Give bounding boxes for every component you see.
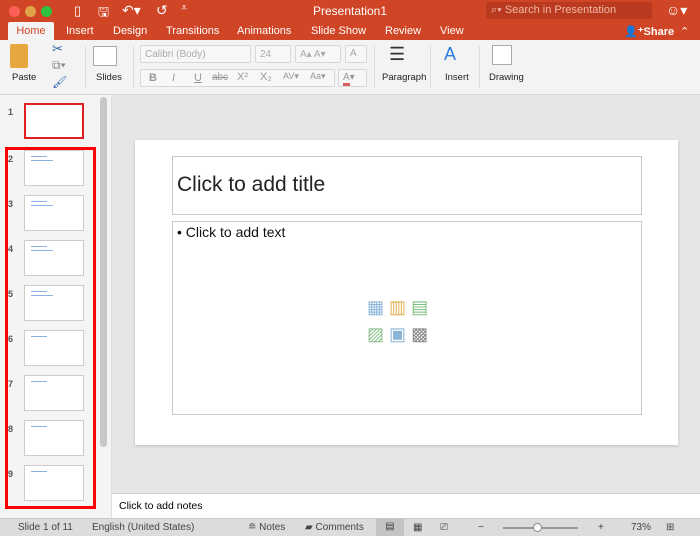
- collapse-ribbon-icon[interactable]: ⌃: [680, 22, 689, 40]
- character-spacing-icon[interactable]: AV▾: [283, 71, 299, 82]
- insert-online-picture-icon[interactable]: ▣: [389, 324, 406, 344]
- status-bar: Slide 1 of 11 English (United States) ≘ …: [0, 518, 700, 536]
- divider: [479, 46, 480, 88]
- tab-animations[interactable]: Animations: [237, 22, 291, 40]
- notes-toggle[interactable]: ≘ Notes: [248, 522, 285, 533]
- divider: [374, 46, 375, 88]
- format-painter-icon[interactable]: 🖌: [52, 75, 67, 89]
- cut-icon[interactable]: ✂: [52, 41, 63, 57]
- tab-design[interactable]: Design: [113, 22, 147, 40]
- notes-label: Notes: [259, 522, 286, 533]
- italic-button[interactable]: I: [172, 72, 175, 84]
- font-size-select[interactable]: 24: [255, 45, 291, 63]
- strikethrough-button[interactable]: abc: [212, 72, 228, 83]
- bold-button[interactable]: B: [149, 72, 157, 84]
- divider: [85, 46, 86, 88]
- fit-to-window-icon[interactable]: ⊞: [666, 522, 674, 533]
- tab-insert[interactable]: Insert: [66, 22, 94, 40]
- paragraph-icon[interactable]: ☰: [389, 44, 405, 65]
- paste-icon[interactable]: [10, 44, 28, 68]
- tab-transitions[interactable]: Transitions: [166, 22, 219, 40]
- share-label: Share: [643, 26, 675, 38]
- add-person-icon: 👤⁺: [624, 26, 644, 38]
- slide-thumbnail[interactable]: [24, 103, 84, 139]
- insert-smartart-icon[interactable]: ▤: [411, 297, 428, 317]
- zoom-level: 73%: [631, 522, 652, 533]
- zoom-in-button[interactable]: +: [598, 522, 604, 533]
- font-name-select[interactable]: Calibri (Body): [140, 45, 251, 63]
- tab-review[interactable]: Review: [385, 22, 421, 40]
- underline-button[interactable]: U: [194, 72, 202, 84]
- divider: [133, 46, 134, 88]
- search-icon: ⌕▾: [491, 4, 505, 16]
- superscript-icon[interactable]: X²: [237, 71, 248, 83]
- insert-chart-icon[interactable]: ▥: [389, 297, 406, 317]
- paste-button[interactable]: Paste: [12, 72, 36, 83]
- language-status[interactable]: English (United States): [92, 522, 194, 533]
- zoom-slider-knob[interactable]: [532, 523, 542, 532]
- insert-button[interactable]: Insert: [445, 72, 469, 83]
- change-case-icon[interactable]: Aa▾: [310, 71, 326, 82]
- slide-sorter-icon[interactable]: ▦: [413, 522, 422, 533]
- normal-view-icon[interactable]: ▤: [376, 519, 404, 536]
- tab-slide-show[interactable]: Slide Show: [311, 22, 366, 40]
- smiley-feedback-icon[interactable]: ☺▾: [666, 2, 687, 19]
- subscript-icon[interactable]: X₂: [260, 71, 272, 83]
- new-slide-icon[interactable]: [93, 46, 117, 66]
- insert-video-icon[interactable]: ▩: [411, 324, 428, 344]
- insert-table-icon[interactable]: ▦: [367, 297, 384, 317]
- body-placeholder-text: • Click to add text: [177, 224, 286, 240]
- thumbnail-number: 1: [8, 107, 14, 117]
- slideshow-view-icon[interactable]: ⎚: [440, 522, 448, 533]
- slide-counter: Slide 1 of 11: [18, 522, 73, 533]
- title-placeholder[interactable]: Click to add title: [172, 156, 642, 215]
- drawing-button[interactable]: Drawing: [489, 72, 524, 83]
- body-placeholder[interactable]: • Click to add text ▦ ▥ ▤ ▨ ▣ ▩: [172, 221, 642, 415]
- drawing-icon[interactable]: [492, 45, 512, 65]
- slides-button[interactable]: Slides: [96, 72, 122, 83]
- tab-view[interactable]: View: [440, 22, 464, 40]
- thumbnails-scrollbar[interactable]: [100, 97, 107, 447]
- insert-picture-icon[interactable]: ▨: [367, 324, 384, 344]
- clear-formatting-icon[interactable]: A: [345, 45, 367, 63]
- insert-shapes-icon[interactable]: A: [444, 44, 456, 65]
- copy-icon[interactable]: ⧉▾: [52, 58, 66, 73]
- font-size-grow-shrink[interactable]: A▴ A▾: [295, 45, 341, 63]
- zoom-out-button[interactable]: −: [478, 522, 484, 533]
- paragraph-button[interactable]: Paragraph: [382, 72, 426, 83]
- slide-canvas: Click to add title • Click to add text ▦…: [135, 140, 678, 445]
- divider: [430, 46, 431, 88]
- comments-toggle[interactable]: ▰ Comments: [305, 522, 364, 533]
- notes-pane[interactable]: Click to add notes: [112, 493, 700, 518]
- search-input[interactable]: ⌕▾ Search in Presentation: [486, 2, 652, 19]
- selection-highlight: [5, 147, 96, 509]
- tab-home[interactable]: Home: [8, 22, 54, 40]
- content-insert-icons: ▦ ▥ ▤ ▨ ▣ ▩: [367, 294, 447, 348]
- font-color-icon[interactable]: A▾: [338, 69, 367, 87]
- share-button[interactable]: 👤⁺Share: [624, 22, 674, 40]
- comments-label: Comments: [315, 522, 364, 533]
- search-placeholder: Search in Presentation: [504, 4, 617, 16]
